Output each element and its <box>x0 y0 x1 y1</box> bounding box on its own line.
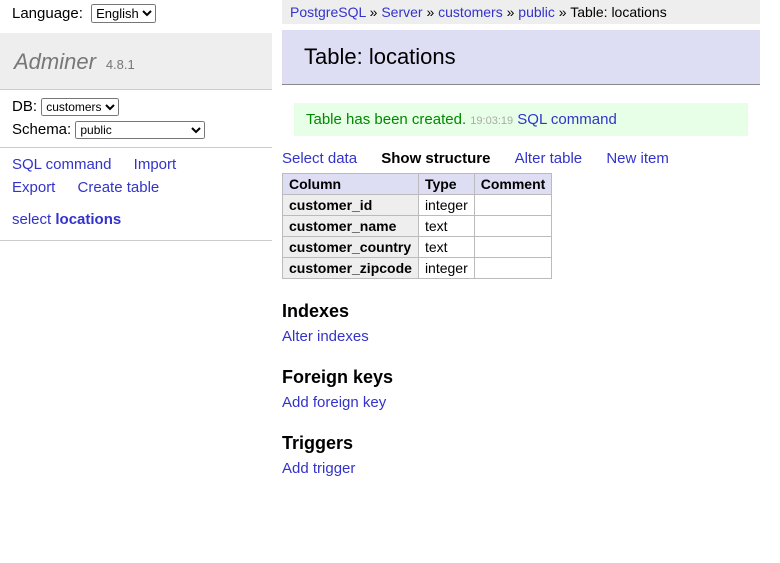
add-foreign-key-link[interactable]: Add foreign key <box>282 394 386 411</box>
status-message: Table has been created. 19:03:19 SQL com… <box>294 103 748 136</box>
col-header-column: Column <box>283 174 419 195</box>
db-schema-selectors: DB: customers Schema: public <box>0 90 272 148</box>
table-tabs: Select data Show structure Alter table N… <box>282 144 760 173</box>
language-selector: Language: English <box>0 0 272 27</box>
breadcrumb-db[interactable]: customers <box>438 4 503 20</box>
breadcrumb-schema[interactable]: public <box>518 4 555 20</box>
tab-select-data[interactable]: Select data <box>282 150 357 167</box>
breadcrumb: PostgreSQL » Server » customers » public… <box>282 0 760 24</box>
message-time: 19:03:19 <box>470 115 513 127</box>
sidebar: Language: English Adminer 4.8.1 DB: cust… <box>0 0 272 241</box>
language-select[interactable]: English <box>91 4 156 23</box>
triggers-heading: Triggers <box>282 433 760 454</box>
indexes-heading: Indexes <box>282 301 760 322</box>
add-trigger-link[interactable]: Add trigger <box>282 460 355 477</box>
link-sql-command[interactable]: SQL command <box>12 154 112 177</box>
cell-comment <box>474 195 552 216</box>
cell-type: text <box>418 216 474 237</box>
cell-type: text <box>418 237 474 258</box>
sidebar-links: SQL command Import Export Create table <box>0 148 272 205</box>
cell-column: customer_zipcode <box>283 258 419 279</box>
table-row: customer_id integer <box>283 195 552 216</box>
col-header-type: Type <box>418 174 474 195</box>
cell-type: integer <box>418 195 474 216</box>
app-title: Adminer 4.8.1 <box>0 33 272 90</box>
app-version: 4.8.1 <box>106 57 135 72</box>
tables-list: select locations <box>0 205 272 241</box>
main-content: PostgreSQL » Server » customers » public… <box>282 0 780 477</box>
app-name: Adminer <box>14 49 96 74</box>
cell-type: integer <box>418 258 474 279</box>
message-text: Table has been created. <box>306 111 466 128</box>
foreign-keys-heading: Foreign keys <box>282 367 760 388</box>
cell-column: customer_id <box>283 195 419 216</box>
tab-alter-table[interactable]: Alter table <box>515 150 583 167</box>
link-create-table[interactable]: Create table <box>78 177 160 200</box>
structure-table: Column Type Comment customer_id integer … <box>282 173 552 279</box>
breadcrumb-current: Table: locations <box>570 4 667 20</box>
cell-comment <box>474 237 552 258</box>
table-row: customer_country text <box>283 237 552 258</box>
cell-comment <box>474 216 552 237</box>
tab-show-structure[interactable]: Show structure <box>381 150 490 167</box>
alter-indexes-link[interactable]: Alter indexes <box>282 328 369 345</box>
table-link-locations[interactable]: select locations <box>12 211 121 228</box>
tab-new-item[interactable]: New item <box>606 150 669 167</box>
col-header-comment: Comment <box>474 174 552 195</box>
schema-select[interactable]: public <box>75 121 205 139</box>
breadcrumb-server[interactable]: Server <box>381 4 422 20</box>
table-row: customer_zipcode integer <box>283 258 552 279</box>
db-label: DB: <box>12 98 37 115</box>
message-sql-link[interactable]: SQL command <box>517 111 617 128</box>
link-import[interactable]: Import <box>134 154 177 177</box>
schema-label: Schema: <box>12 121 71 138</box>
breadcrumb-driver[interactable]: PostgreSQL <box>290 4 366 20</box>
page-title: Table: locations <box>282 30 760 85</box>
language-label: Language: <box>12 5 83 22</box>
table-row: customer_name text <box>283 216 552 237</box>
cell-column: customer_name <box>283 216 419 237</box>
link-export[interactable]: Export <box>12 177 55 200</box>
cell-column: customer_country <box>283 237 419 258</box>
db-select[interactable]: customers <box>41 98 119 116</box>
table-header-row: Column Type Comment <box>283 174 552 195</box>
cell-comment <box>474 258 552 279</box>
